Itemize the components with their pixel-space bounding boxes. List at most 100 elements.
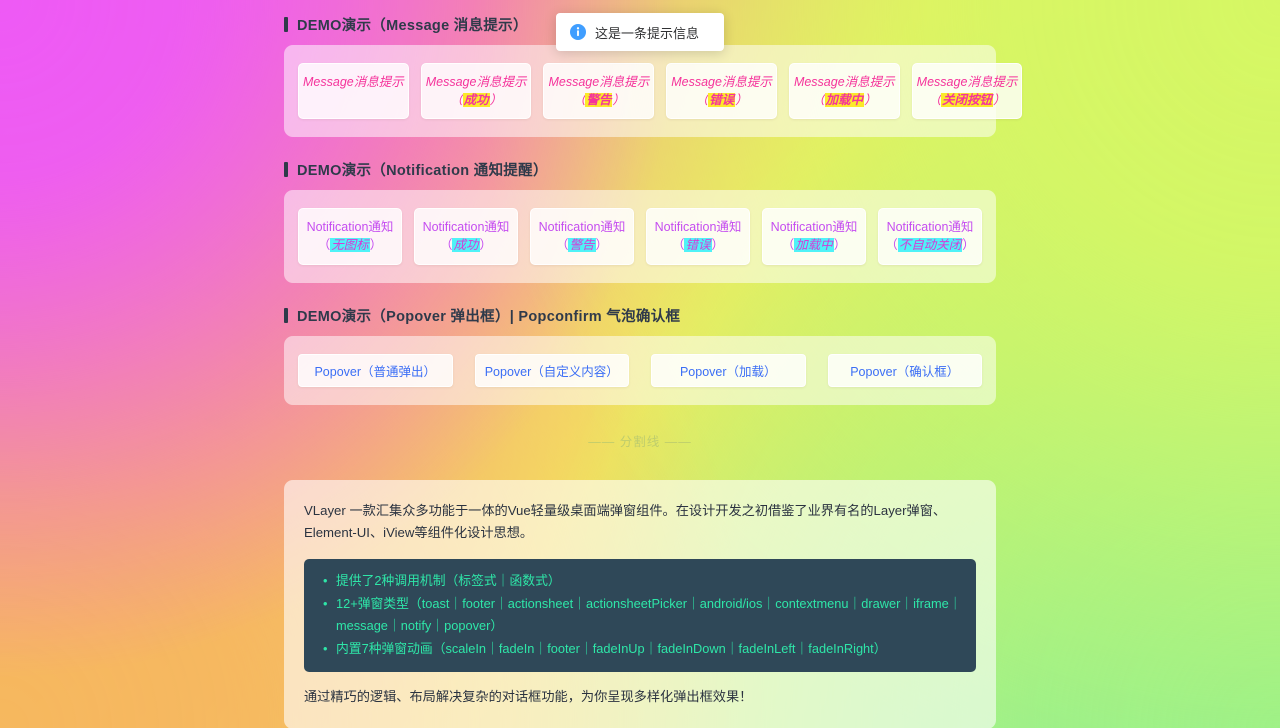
paren-close: ）: [962, 238, 975, 253]
paren-close: ）: [612, 93, 625, 108]
notification-button-success[interactable]: Notification通知 （成功）: [414, 208, 518, 265]
button-label-highlight: 错误: [708, 93, 736, 108]
toast-message-text: 这是一条提示信息: [595, 25, 700, 41]
paren-close: ）: [735, 93, 748, 108]
button-label-line1: Notification通知: [886, 220, 974, 235]
section-accent-bar: [284, 162, 288, 178]
message-button-success[interactable]: Message消息提示 （成功）: [420, 63, 532, 120]
about-lead-text: VLayer 一款汇集众多功能于一体的Vue轻量级桌面端弹窗组件。在设计开发之初…: [304, 502, 947, 541]
notification-button-warning[interactable]: Notification通知 （警告）: [530, 208, 634, 265]
paren-close: ）: [993, 93, 1006, 108]
button-label-line1: Notification通知: [770, 220, 858, 235]
paren-open: （: [885, 238, 898, 253]
button-label-highlight: 关闭按钮: [941, 93, 994, 108]
about-tail-text: 通过精巧的逻辑、布局解决复杂的对话框功能，为你呈现多样化弹出框效果！: [304, 688, 753, 704]
button-label-line2: （加载中）: [794, 91, 895, 109]
button-label-line2: （警告）: [535, 236, 629, 254]
paren-close: ）: [595, 238, 609, 253]
button-label-line1: Message消息提示: [548, 75, 650, 89]
notification-button-noautoclose[interactable]: Notification通知 （不自动关闭）: [878, 208, 982, 265]
notification-button-loading[interactable]: Notification通知 （加载中）: [762, 208, 866, 265]
info-circle-icon: [570, 24, 586, 40]
notification-button-row: Notification通知 （无图标） Notification通知 （成功）…: [298, 208, 982, 265]
app-root: 这是一条提示信息 DEMO演示（Message 消息提示） Message消息提…: [0, 0, 1280, 728]
message-button-row: Message消息提示 Message消息提示 （成功） Message消息提示…: [298, 63, 1023, 120]
feature-list-item: 提供了2种调用机制（标签式｜函数式）: [323, 570, 962, 593]
button-label-line1: Message消息提示: [425, 75, 527, 89]
paren-close: ）: [711, 238, 725, 253]
popover-button-row: Popover（普通弹出） Popover（自定义内容） Popover（加载）…: [298, 353, 982, 387]
paren-open: （: [572, 93, 586, 108]
notification-button-error[interactable]: Notification通知 （错误）: [646, 208, 750, 265]
message-button-closebtn[interactable]: Message消息提示 （关闭按钮）: [911, 63, 1023, 120]
paren-open: （: [450, 93, 463, 108]
section-title-notification: DEMO演示（Notification 通知提醒）: [297, 163, 548, 180]
paren-open: （: [812, 93, 825, 108]
button-label-highlight: 加载中: [794, 238, 834, 253]
feature-list-item: 内置7种弹窗动画（scaleIn｜fadeIn｜footer｜fadeInUp｜…: [323, 638, 962, 661]
panel-notification: Notification通知 （无图标） Notification通知 （成功）…: [284, 190, 996, 283]
button-label-line1: Notification通知: [538, 220, 626, 235]
main-content: DEMO演示（Message 消息提示） Message消息提示 Message…: [284, 0, 1023, 728]
feature-list: 提供了2种调用机制（标签式｜函数式） 12+弹窗类型（toast｜footer｜…: [318, 570, 962, 661]
paren-close: ）: [489, 93, 503, 108]
message-toast[interactable]: 这是一条提示信息: [556, 13, 724, 51]
paren-close: ）: [369, 238, 383, 253]
panel-message: Message消息提示 Message消息提示 （成功） Message消息提示…: [284, 45, 1023, 138]
button-label-line1: Message消息提示: [916, 75, 1018, 89]
section-accent-bar: [284, 17, 288, 32]
paren-open: （: [781, 238, 795, 253]
paren-open: （: [671, 238, 685, 253]
button-label-line1: Notification通知: [654, 220, 742, 235]
feature-code-block: 提供了2种调用机制（标签式｜函数式） 12+弹窗类型（toast｜footer｜…: [304, 558, 976, 672]
paren-close: ）: [864, 93, 877, 108]
button-label-line2: （警告）: [548, 91, 649, 109]
section-header-notification: DEMO演示（Notification 通知提醒）: [284, 159, 996, 180]
button-label-line2: （成功）: [419, 236, 513, 254]
button-label-line2: （不自动关闭）: [883, 236, 977, 254]
popover-button-confirm[interactable]: Popover（确认框）: [827, 353, 982, 387]
button-label-line1: Message消息提示: [671, 75, 772, 89]
section-title-message: DEMO演示（Message 消息提示）: [297, 18, 528, 34]
paren-close: ）: [479, 238, 493, 253]
button-label-line1: Notification通知: [306, 220, 394, 235]
section-header-popover: DEMO演示（Popover 弹出框）| Popconfirm 气泡确认框: [284, 305, 996, 326]
divider-label: —— 分割线 ——: [588, 434, 692, 449]
paren-open: （: [439, 238, 453, 253]
paren-open: （: [928, 93, 942, 108]
button-label-highlight: 无图标: [330, 238, 370, 253]
message-button-default[interactable]: Message消息提示: [298, 63, 409, 120]
notification-button-noicon[interactable]: Notification通知 （无图标）: [298, 208, 402, 265]
feature-list-item: 12+弹窗类型（toast｜footer｜actionsheet｜actions…: [323, 593, 962, 639]
message-button-warning[interactable]: Message消息提示 （警告）: [543, 63, 655, 120]
button-label-highlight: 成功: [462, 93, 490, 108]
message-button-error[interactable]: Message消息提示 （错误）: [666, 63, 777, 120]
button-label-highlight: 成功: [452, 238, 480, 253]
button-label-line2: （错误）: [651, 236, 745, 254]
button-label-line1: Message消息提示: [303, 75, 404, 89]
section-accent-bar: [284, 307, 288, 323]
popover-button-custom[interactable]: Popover（自定义内容）: [474, 353, 629, 387]
button-label-line2: （无图标）: [303, 236, 397, 254]
button-label-line2: （加载中）: [767, 236, 861, 254]
panel-popover: Popover（普通弹出） Popover（自定义内容） Popover（加载）…: [284, 335, 996, 405]
paren-open: （: [317, 238, 331, 253]
button-label-highlight: 警告: [585, 93, 613, 108]
button-label-highlight: 错误: [684, 238, 712, 253]
paren-open: （: [695, 93, 709, 108]
button-label-line1: Notification通知: [422, 220, 510, 235]
button-label-line2: （错误）: [671, 91, 772, 109]
message-button-loading[interactable]: Message消息提示 （加载中）: [788, 63, 900, 120]
paren-open: （: [555, 238, 569, 253]
popover-button-loading[interactable]: Popover（加载）: [651, 353, 806, 387]
popover-button-normal[interactable]: Popover（普通弹出）: [298, 353, 453, 387]
button-label-highlight: 加载中: [824, 93, 865, 108]
button-label-line1: Message消息提示: [793, 75, 895, 89]
button-label-line2: （关闭按钮）: [917, 91, 1018, 109]
section-title-popover: DEMO演示（Popover 弹出框）| Popconfirm 气泡确认框: [297, 308, 681, 325]
button-label-line2: （成功）: [426, 91, 527, 109]
button-label-highlight: 警告: [568, 238, 596, 253]
button-label-highlight: 不自动关闭: [897, 238, 963, 253]
paren-close: ）: [833, 238, 847, 253]
about-card: VLayer 一款汇集众多功能于一体的Vue轻量级桌面端弹窗组件。在设计开发之初…: [284, 479, 996, 728]
